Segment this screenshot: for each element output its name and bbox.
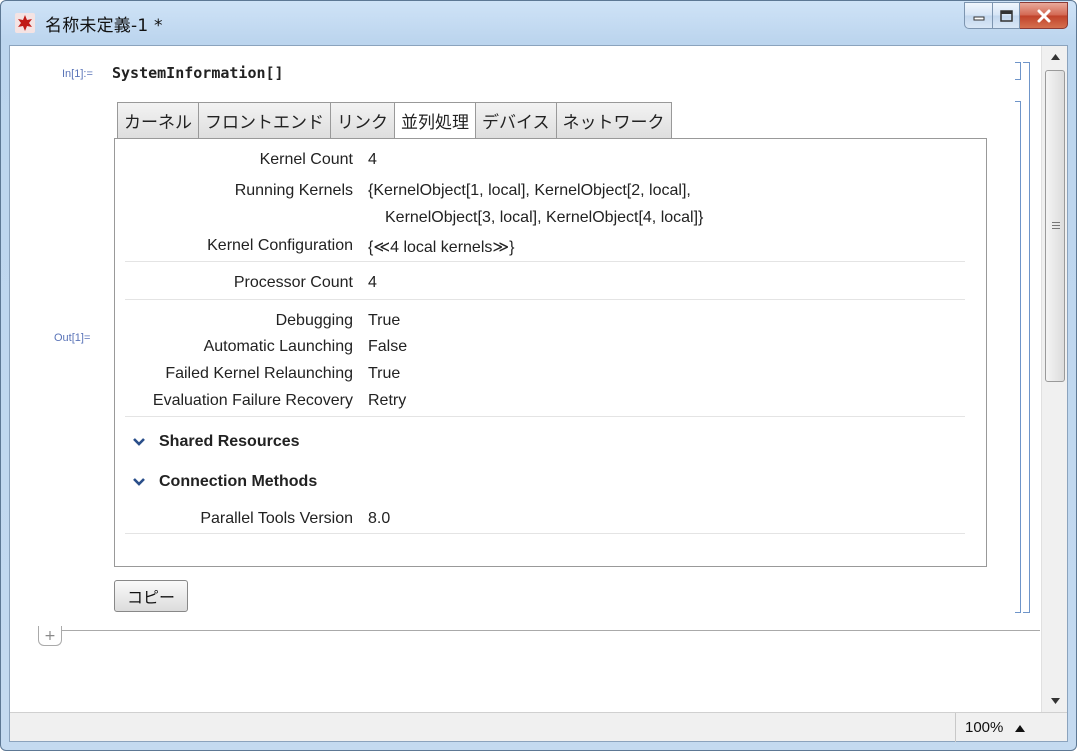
row-value: True (368, 365, 401, 382)
row-value: True (368, 312, 401, 329)
insert-cell-button[interactable]: + (38, 626, 62, 646)
parallel-info-panel: Kernel Count 4 Running Kernels {KernelOb… (114, 138, 987, 567)
thumb-grip (1052, 225, 1060, 226)
tab-parallel[interactable]: 並列処理 (394, 102, 475, 139)
divider (125, 261, 965, 262)
section-title: Connection Methods (159, 473, 318, 490)
row-automatic-launching: Automatic Launching False (115, 338, 986, 362)
out-label: Out[1]= (54, 332, 91, 344)
minimize-icon (973, 16, 984, 20)
row-running-kernels-cont: KernelObject[3, local], KernelObject[4, … (115, 209, 986, 233)
zoom-control[interactable]: 100% (955, 713, 1045, 742)
row-processor-count: Processor Count 4 (115, 274, 986, 298)
row-key: Kernel Configuration (207, 237, 353, 254)
row-value: 4 (368, 274, 377, 291)
row-key: Automatic Launching (203, 338, 353, 355)
input-cell-bracket[interactable] (1015, 62, 1021, 80)
row-value: KernelObject[3, local], KernelObject[4, … (385, 209, 704, 226)
cell-insertion-line[interactable] (38, 630, 1040, 631)
row-kernel-count: Kernel Count 4 (115, 151, 986, 175)
scroll-down-button[interactable] (1042, 690, 1068, 712)
tab-bar: カーネル フロントエンド リンク 並列処理 デバイス ネットワーク (117, 102, 672, 139)
scroll-down-arrow-icon (1050, 698, 1060, 704)
row-debugging: Debugging True (115, 312, 986, 336)
row-kernel-configuration: Kernel Configuration {≪4 local kernels≫} (115, 237, 986, 261)
app-window: 名称未定義-1 * In[1]:= SystemInformation[] Ou… (0, 0, 1077, 751)
row-parallel-tools-version: Parallel Tools Version 8.0 (115, 510, 986, 534)
row-key: Processor Count (233, 274, 353, 291)
scrollbar-thumb[interactable] (1045, 70, 1065, 382)
copy-button[interactable]: コピー (114, 580, 188, 612)
row-key: Failed Kernel Relaunching (165, 365, 353, 382)
row-value: False (368, 338, 408, 355)
tab-network[interactable]: ネットワーク (555, 102, 672, 139)
status-bar: 100% (10, 712, 1067, 742)
tab-link[interactable]: リンク (330, 102, 394, 139)
row-key: Running Kernels (234, 182, 353, 199)
section-connection-methods[interactable]: Connection Methods (131, 473, 317, 491)
row-key: Debugging (275, 312, 353, 329)
close-icon (1037, 9, 1050, 22)
section-shared-resources[interactable]: Shared Resources (131, 433, 300, 451)
window-title: 名称未定義-1 * (45, 16, 163, 36)
chevron-down-icon (133, 478, 145, 486)
scroll-up-button[interactable] (1042, 46, 1068, 68)
row-value: {≪4 local kernels≫} (368, 239, 515, 256)
row-value: Retry (368, 392, 407, 409)
vertical-scrollbar[interactable] (1041, 46, 1067, 712)
row-value: 4 (368, 151, 377, 168)
window-controls (964, 2, 1068, 29)
divider (125, 299, 965, 300)
row-failed-kernel-relaunching: Failed Kernel Relaunching True (115, 365, 986, 389)
maximize-icon (999, 9, 1013, 22)
divider (125, 416, 965, 417)
row-key: Evaluation Failure Recovery (152, 392, 353, 409)
tab-devices[interactable]: デバイス (475, 102, 556, 139)
row-key: Kernel Count (259, 151, 353, 168)
tab-kernel[interactable]: カーネル (117, 102, 198, 139)
thumb-grip (1052, 228, 1060, 229)
section-title: Shared Resources (159, 433, 300, 450)
output-cell-bracket[interactable] (1015, 101, 1021, 613)
group-cell-bracket[interactable] (1023, 62, 1030, 613)
title-bar[interactable]: 名称未定義-1 * (1, 1, 1076, 45)
in-label: In[1]:= (62, 68, 93, 80)
maximize-button[interactable] (993, 2, 1020, 29)
tab-front-end[interactable]: フロントエンド (198, 102, 330, 139)
mathematica-star-icon (15, 13, 35, 33)
zoom-level: 100% (965, 719, 1004, 736)
chevron-down-icon (133, 438, 145, 446)
row-key: Parallel Tools Version (200, 510, 353, 527)
divider (125, 533, 965, 534)
row-value: 8.0 (368, 510, 391, 527)
row-value: {KernelObject[1, local], KernelObject[2,… (368, 182, 691, 199)
notebook[interactable]: In[1]:= SystemInformation[] Out[1]= カーネル… (10, 46, 1040, 712)
triangle-up-icon (1015, 724, 1026, 732)
notebook-client-area: In[1]:= SystemInformation[] Out[1]= カーネル… (9, 45, 1068, 742)
row-evaluation-failure-recovery: Evaluation Failure Recovery Retry (115, 392, 986, 416)
scroll-up-arrow-icon (1050, 54, 1060, 60)
minimize-button[interactable] (964, 2, 993, 29)
input-code[interactable]: SystemInformation[] (112, 64, 284, 82)
close-button[interactable] (1020, 2, 1068, 29)
thumb-grip (1052, 222, 1060, 223)
row-running-kernels: Running Kernels {KernelObject[1, local],… (115, 182, 986, 206)
